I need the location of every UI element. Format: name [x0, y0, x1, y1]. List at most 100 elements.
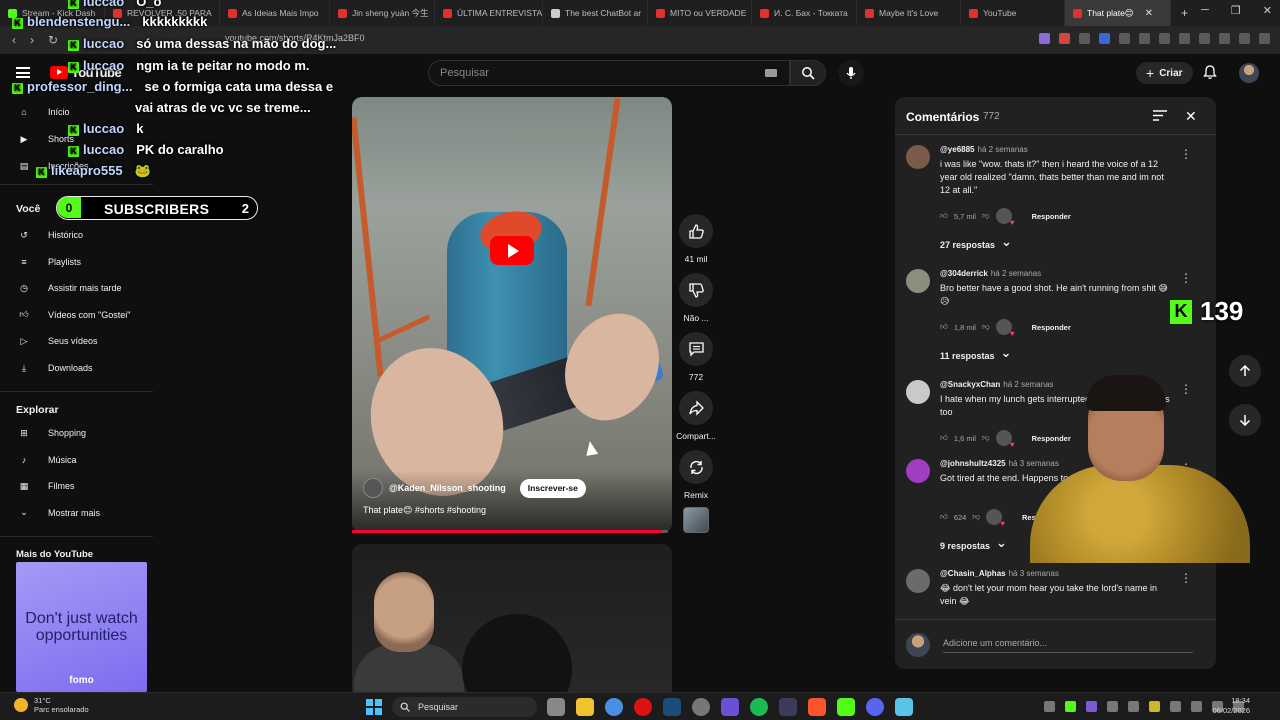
commenter-avatar[interactable] — [906, 459, 930, 483]
spotify-icon[interactable] — [750, 698, 768, 716]
file-explorer-icon[interactable] — [576, 698, 594, 716]
browser-tab[interactable]: That plate😊 ✕ — [1065, 0, 1171, 26]
create-button[interactable]: + Criar — [1136, 62, 1193, 84]
task-view-icon[interactable] — [547, 698, 565, 716]
extension-icon[interactable] — [1059, 33, 1070, 44]
brave-icon[interactable] — [808, 698, 826, 716]
like-button[interactable] — [679, 214, 713, 248]
view-replies-button[interactable]: 11 respostas ⌄ — [940, 345, 1011, 361]
comment-button[interactable] — [679, 332, 713, 366]
sidebar-section-you[interactable]: Você — [16, 203, 40, 215]
tray-app-icon[interactable] — [1128, 701, 1139, 712]
more-options-icon[interactable]: ⋮ — [1180, 571, 1192, 585]
browser-tab[interactable]: The best ChatBot ar — [543, 0, 648, 26]
sidebar-item[interactable]: ↺ Histórico — [0, 223, 153, 247]
close-icon[interactable]: ✕ — [1185, 108, 1197, 125]
add-comment-input[interactable]: Adicione um comentário... — [943, 638, 1193, 653]
url-field[interactable]: youtube.com/shorts/R4KtmJa2BF0 — [225, 33, 365, 43]
sidebar-item[interactable]: ▷ Seus vídeos — [0, 329, 153, 353]
tray-app-icon[interactable] — [1086, 701, 1097, 712]
maximize-icon[interactable]: ❐ — [1231, 4, 1241, 17]
discord-icon[interactable] — [866, 698, 884, 716]
remix-button[interactable] — [679, 450, 713, 484]
commenter-avatar[interactable] — [906, 569, 930, 593]
tray-chevron-icon[interactable] — [1044, 701, 1055, 712]
view-replies-button[interactable]: 9 respostas ⌄ — [940, 535, 1007, 551]
search-input[interactable]: Pesquisar — [428, 60, 790, 86]
notes-icon[interactable] — [895, 698, 913, 716]
tray-app-icon[interactable] — [1065, 701, 1076, 712]
tray-app-icon[interactable] — [1170, 701, 1181, 712]
new-tab-button[interactable]: + — [1171, 6, 1198, 20]
chrome-icon[interactable] — [605, 698, 623, 716]
next-short-button[interactable] — [1229, 404, 1261, 436]
comment-author-name[interactable]: @ye6885 — [940, 145, 975, 154]
steam-icon[interactable] — [663, 698, 681, 716]
comment-author-name[interactable]: @304derrick — [940, 269, 988, 278]
extension-icon[interactable] — [1139, 33, 1150, 44]
extension-icon[interactable] — [1039, 33, 1050, 44]
taskbar-clock[interactable]: 18:34 06/02/2026 — [1208, 696, 1250, 716]
minimize-icon[interactable]: ─ — [1201, 4, 1209, 17]
dislike-icon[interactable]: 👎︎ — [982, 322, 990, 332]
tray-app-icon[interactable] — [1107, 701, 1118, 712]
sidebar-item[interactable]: ◷ Assistir mais tarde — [0, 276, 153, 300]
sidebar-item[interactable]: ⌂ Início — [0, 100, 153, 124]
reply-button[interactable]: Responder — [1032, 212, 1071, 221]
comment-author-name[interactable]: @SnackyxChan — [940, 380, 1000, 389]
keyboard-icon[interactable] — [765, 69, 777, 77]
sidebar-item[interactable]: ▶ Shorts — [0, 127, 153, 151]
sidebar-item[interactable]: ⊞ Shopping — [0, 421, 153, 445]
short-video-player[interactable] — [352, 97, 672, 533]
notifications-bell-icon[interactable] — [1203, 65, 1217, 80]
sidebar-item[interactable]: ⤓ Downloads — [0, 356, 153, 380]
subscribe-button[interactable]: Inscrever-se — [519, 478, 586, 498]
browser-tab[interactable]: Stream - Kick Dash — [0, 0, 105, 26]
extension-icon[interactable] — [1099, 33, 1110, 44]
sidebar-item[interactable]: ▤ Inscrições — [0, 154, 153, 178]
commenter-avatar[interactable] — [906, 145, 930, 169]
commenter-avatar[interactable] — [906, 269, 930, 293]
extension-icon[interactable] — [1179, 33, 1190, 44]
comment-author-name[interactable]: @johnshultz4325 — [940, 459, 1006, 468]
comment-author[interactable]: @304derrick há 2 semanas — [940, 269, 1041, 278]
comment-author-name[interactable]: @Chasin_Alphas — [940, 569, 1006, 578]
browser-tab[interactable]: И. С. Бах - Токката — [752, 0, 857, 26]
more-options-icon[interactable]: ⋮ — [1180, 147, 1192, 161]
back-icon[interactable]: ‹ — [12, 33, 16, 47]
browser-tab[interactable]: YouTube — [961, 0, 1065, 26]
share-button[interactable] — [679, 391, 713, 425]
view-replies-button[interactable]: 27 respostas ⌄ — [940, 234, 1012, 250]
comment-author[interactable]: @Chasin_Alphas há 3 semanas — [940, 569, 1059, 578]
previous-short-button[interactable] — [1229, 355, 1261, 387]
app-grid-icon[interactable] — [721, 698, 739, 716]
like-icon[interactable]: 👍︎ — [940, 512, 948, 522]
like-icon[interactable]: 👍︎ — [940, 433, 948, 443]
browser-tab[interactable]: MITO ou VERDADE — [648, 0, 752, 26]
dislike-icon[interactable]: 👎︎ — [972, 512, 980, 522]
play-button[interactable] — [490, 236, 534, 265]
sort-icon[interactable] — [1153, 110, 1167, 121]
extension-icon[interactable] — [1159, 33, 1170, 44]
kick-app-icon[interactable] — [837, 698, 855, 716]
more-options-icon[interactable]: ⋮ — [1180, 271, 1192, 285]
reply-button[interactable]: Responder — [1032, 323, 1071, 332]
dislike-icon[interactable]: 👎︎ — [982, 211, 990, 221]
weather-widget[interactable]: 31°C Parc ensolarado — [14, 696, 89, 714]
voice-search-button[interactable] — [838, 60, 864, 86]
reload-icon[interactable]: ↻ — [48, 33, 58, 47]
video-progress-bar[interactable] — [352, 530, 668, 533]
browser-tab[interactable]: REVOLVER .50 PARA — [105, 0, 220, 26]
like-icon[interactable]: 👍︎ — [940, 211, 948, 221]
app-icon[interactable] — [779, 698, 797, 716]
close-tab-icon[interactable]: ✕ — [1145, 8, 1153, 19]
extension-icon[interactable] — [1079, 33, 1090, 44]
github-icon[interactable] — [692, 698, 710, 716]
channel-name[interactable]: @Kaden_Nilsson_shooting — [389, 483, 506, 493]
commenter-avatar[interactable] — [906, 380, 930, 404]
wifi-icon[interactable] — [1191, 701, 1202, 712]
sidebar-item[interactable]: ▦ Filmes — [0, 474, 153, 498]
sidebar-ad-card[interactable]: Don't just watch opportunities fomo — [16, 562, 147, 692]
account-avatar[interactable] — [1239, 63, 1259, 83]
opera-icon[interactable] — [634, 698, 652, 716]
